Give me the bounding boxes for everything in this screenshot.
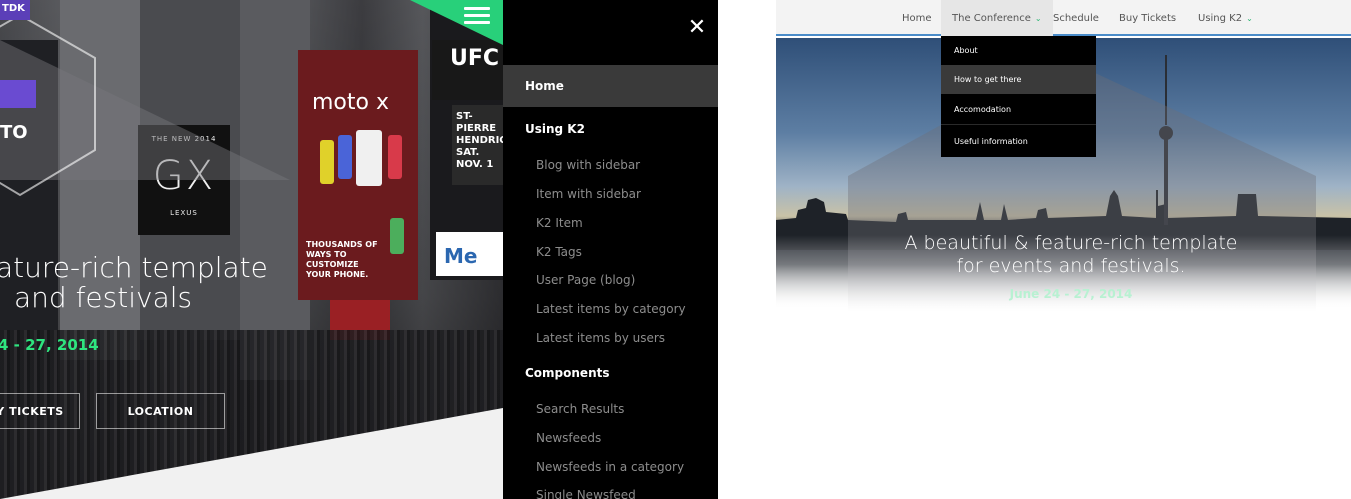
offcanvas-item-user-page[interactable]: User Page (blog): [536, 273, 635, 287]
nav-item-label: The Conference: [952, 12, 1031, 24]
bottom-wedge: [0, 0, 503, 499]
offcanvas-item-newsfeeds[interactable]: Newsfeeds: [536, 431, 601, 445]
desktop-headline-line2: for events and festivals.: [956, 255, 1186, 277]
offcanvas-item-latest-by-users[interactable]: Latest items by users: [536, 331, 665, 345]
top-navigation-bar: Home The Conference ⌄ Schedule Buy Ticke…: [776, 0, 1351, 36]
dropdown-item-about[interactable]: About: [941, 36, 1096, 65]
offcanvas-item-blog-with-sidebar[interactable]: Blog with sidebar: [536, 158, 640, 172]
hamburger-icon[interactable]: [464, 7, 490, 27]
chevron-down-icon: ⌄: [1246, 13, 1253, 23]
offcanvas-item-k2-tags[interactable]: K2 Tags: [536, 245, 582, 259]
dropdown-item-accomodation[interactable]: Accomodation: [941, 94, 1096, 124]
nav-item-label: Buy Tickets: [1119, 12, 1177, 24]
offcanvas-item-search-results[interactable]: Search Results: [536, 402, 624, 416]
offcanvas-item-single-newsfeed[interactable]: Single Newsfeed: [536, 488, 636, 499]
nav-item-the-conference[interactable]: The Conference ⌄: [941, 0, 1053, 36]
offcanvas-item-home[interactable]: Home: [503, 65, 718, 107]
nav-item-schedule[interactable]: Schedule: [1042, 0, 1110, 36]
conference-dropdown-menu: About How to get there Accomodation Usef…: [941, 36, 1096, 157]
close-icon[interactable]: ✕: [687, 17, 707, 39]
dropdown-item-how-to-get-there[interactable]: How to get there: [941, 65, 1096, 94]
offcanvas-item-item-with-sidebar[interactable]: Item with sidebar: [536, 187, 641, 201]
offcanvas-group-using-k2[interactable]: Using K2: [525, 122, 585, 136]
offcanvas-item-k2-item[interactable]: K2 Item: [536, 216, 583, 230]
offcanvas-menu: ✕ Home Using K2 Blog with sidebar Item w…: [503, 0, 718, 499]
nav-item-label: Home: [902, 12, 932, 24]
screenshot-collage: THE NEW 2014 GX LEXUS moto x THOUSANDS O…: [0, 0, 1351, 499]
offcanvas-group-components[interactable]: Components: [525, 366, 610, 380]
desktop-hero-section: A beautiful & feature-rich template for …: [776, 0, 1351, 330]
offcanvas-item-latest-by-category[interactable]: Latest items by category: [536, 302, 686, 316]
mobile-hero-section: THE NEW 2014 GX LEXUS moto x THOUSANDS O…: [0, 0, 503, 499]
nav-item-home[interactable]: Home: [891, 0, 943, 36]
desktop-hero-date: June 24 - 27, 2014: [1009, 287, 1133, 301]
nav-item-label: Using K2: [1198, 12, 1243, 24]
dropdown-item-useful-information[interactable]: Useful information: [941, 125, 1096, 157]
desktop-hero-headline: A beautiful & feature-rich template for …: [776, 232, 1351, 278]
nav-item-using-k2[interactable]: Using K2 ⌄: [1187, 0, 1264, 36]
chevron-down-icon: ⌄: [1034, 13, 1042, 23]
offcanvas-item-newsfeeds-category[interactable]: Newsfeeds in a category: [536, 460, 684, 474]
nav-item-buy-tickets[interactable]: Buy Tickets: [1108, 0, 1187, 36]
nav-item-label: Schedule: [1053, 12, 1099, 24]
desktop-headline-line1: A beautiful & feature-rich template: [904, 232, 1238, 254]
